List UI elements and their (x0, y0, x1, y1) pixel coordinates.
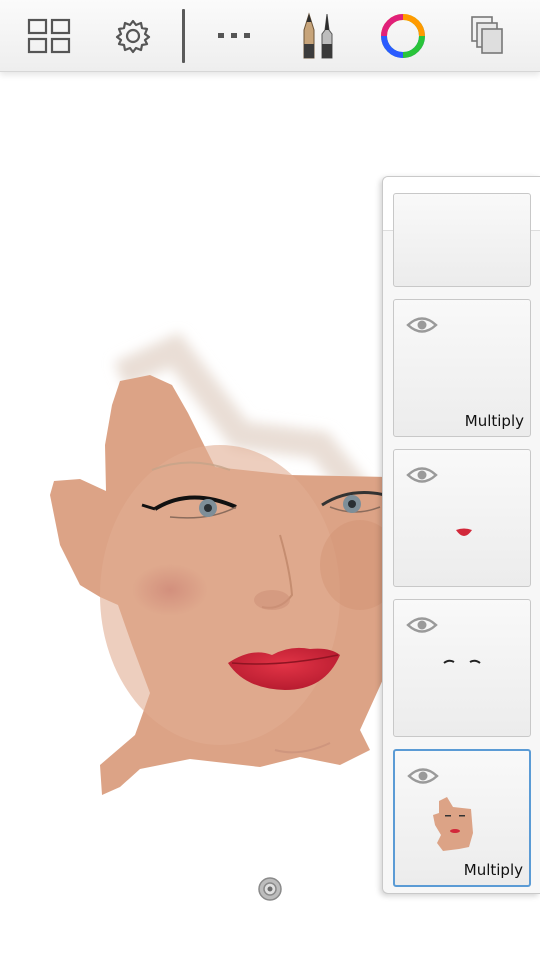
gear-icon (115, 19, 151, 54)
layer-card-2[interactable] (393, 449, 531, 587)
grid-icon (27, 18, 71, 54)
layer-card-3[interactable] (393, 599, 531, 737)
settings-button[interactable] (107, 10, 159, 62)
more-button[interactable] (208, 10, 260, 62)
canvas-handle-icon[interactable] (257, 876, 283, 902)
top-toolbar (0, 0, 540, 72)
eye-icon[interactable] (406, 616, 438, 634)
layers-icon (471, 16, 503, 54)
layer-panel: + Multiply (382, 176, 540, 894)
layer-thumbnail-partial[interactable] (393, 193, 531, 287)
layer-blend-mode: Multiply (464, 412, 524, 430)
eyes-thumbnail (443, 659, 481, 664)
color-wheel-icon (381, 14, 425, 58)
gallery-button[interactable] (23, 10, 75, 62)
more-icon (218, 33, 250, 38)
brushes-button[interactable] (292, 10, 344, 62)
layers-button[interactable] (462, 10, 514, 62)
color-button[interactable] (377, 10, 429, 62)
face-painting (50, 332, 385, 795)
brush-icon (303, 12, 333, 59)
lips-thumbnail (456, 528, 472, 536)
layer-blend-mode: Multiply (463, 861, 523, 879)
face-thumbnail (433, 797, 473, 851)
eye-icon[interactable] (406, 466, 438, 484)
layer-card-4[interactable]: Multiply (393, 749, 531, 887)
toolbar-divider (182, 9, 185, 63)
eye-icon[interactable] (406, 316, 438, 334)
layer-card-1[interactable]: Multiply (393, 299, 531, 437)
eye-icon[interactable] (407, 767, 439, 785)
